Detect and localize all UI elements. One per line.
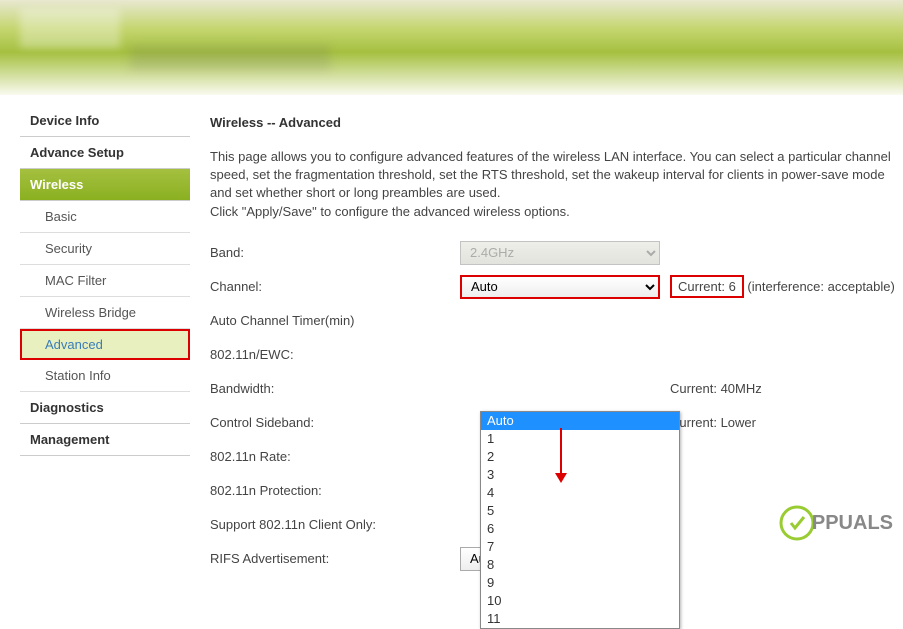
desc-line1: This page allows you to configure advanc… (210, 148, 903, 203)
dropdown-option-6[interactable]: 6 (481, 520, 679, 538)
sidebar-sub-wireless-bridge[interactable]: Wireless Bridge (20, 297, 190, 329)
dropdown-option-auto[interactable]: Auto (481, 412, 679, 430)
title-prefix: Wireless (210, 115, 263, 130)
dropdown-option-2[interactable]: 2 (481, 448, 679, 466)
dropdown-option-3[interactable]: 3 (481, 466, 679, 484)
sideband-label: Control Sideband: (210, 415, 460, 430)
channel-current-box: Current: 6 (670, 275, 744, 298)
dropdown-option-7[interactable]: 7 (481, 538, 679, 556)
page-description: This page allows you to configure advanc… (210, 148, 903, 221)
sidebar-item-device-info[interactable]: Device Info (20, 105, 190, 137)
channel-select[interactable]: Auto (460, 275, 660, 299)
channel-dropdown: Auto 1 2 3 4 5 6 7 8 9 10 11 (480, 411, 680, 629)
sidebar-item-advance-setup[interactable]: Advance Setup (20, 137, 190, 169)
watermark: PPUALS (777, 503, 893, 543)
dropdown-option-8[interactable]: 8 (481, 556, 679, 574)
n-rate-label: 802.11n Rate: (210, 449, 460, 464)
sidebar-sub-basic[interactable]: Basic (20, 201, 190, 233)
n-ewc-label: 802.11n/EWC: (210, 347, 460, 362)
title-main: Advanced (279, 115, 341, 130)
rifs-label: RIFS Advertisement: (210, 551, 460, 566)
channel-label: Channel: (210, 279, 460, 294)
n-client-label: Support 802.11n Client Only: (210, 517, 460, 532)
sidebar-item-management[interactable]: Management (20, 424, 190, 456)
channel-current: Current: 6 (interference: acceptable) (670, 275, 895, 298)
sidebar-nav: Device Info Advance Setup Wireless Basic… (0, 95, 190, 581)
dropdown-option-11[interactable]: 11 (481, 610, 679, 628)
sidebar-item-diagnostics[interactable]: Diagnostics (20, 392, 190, 424)
dropdown-option-5[interactable]: 5 (481, 502, 679, 520)
sidebar-sub-advanced[interactable]: Advanced (20, 329, 190, 360)
bandwidth-label: Bandwidth: (210, 381, 460, 396)
dropdown-option-10[interactable]: 10 (481, 592, 679, 610)
logo-subtext (130, 45, 330, 70)
band-label: Band: (210, 245, 460, 260)
sidebar-sub-mac-filter[interactable]: MAC Filter (20, 265, 190, 297)
sideband-current: Current: Lower (670, 415, 756, 430)
logo (20, 8, 120, 48)
band-select[interactable]: 2.4GHz (460, 241, 660, 265)
title-sep: -- (263, 115, 278, 130)
watermark-icon (777, 503, 817, 543)
dropdown-option-1[interactable]: 1 (481, 430, 679, 448)
sidebar-item-wireless[interactable]: Wireless (20, 169, 190, 201)
sidebar-sub-station-info[interactable]: Station Info (20, 360, 190, 392)
auto-timer-label: Auto Channel Timer(min) (210, 313, 460, 328)
desc-line2: Click "Apply/Save" to configure the adva… (210, 203, 903, 221)
dropdown-option-9[interactable]: 9 (481, 574, 679, 592)
n-protect-label: 802.11n Protection: (210, 483, 460, 498)
watermark-text: PPUALS (812, 512, 893, 535)
page-header (0, 0, 903, 95)
bandwidth-current: Current: 40MHz (670, 381, 762, 396)
dropdown-option-4[interactable]: 4 (481, 484, 679, 502)
sidebar-sub-security[interactable]: Security (20, 233, 190, 265)
page-title: Wireless -- Advanced (210, 115, 903, 130)
channel-interference: (interference: acceptable) (744, 279, 895, 294)
